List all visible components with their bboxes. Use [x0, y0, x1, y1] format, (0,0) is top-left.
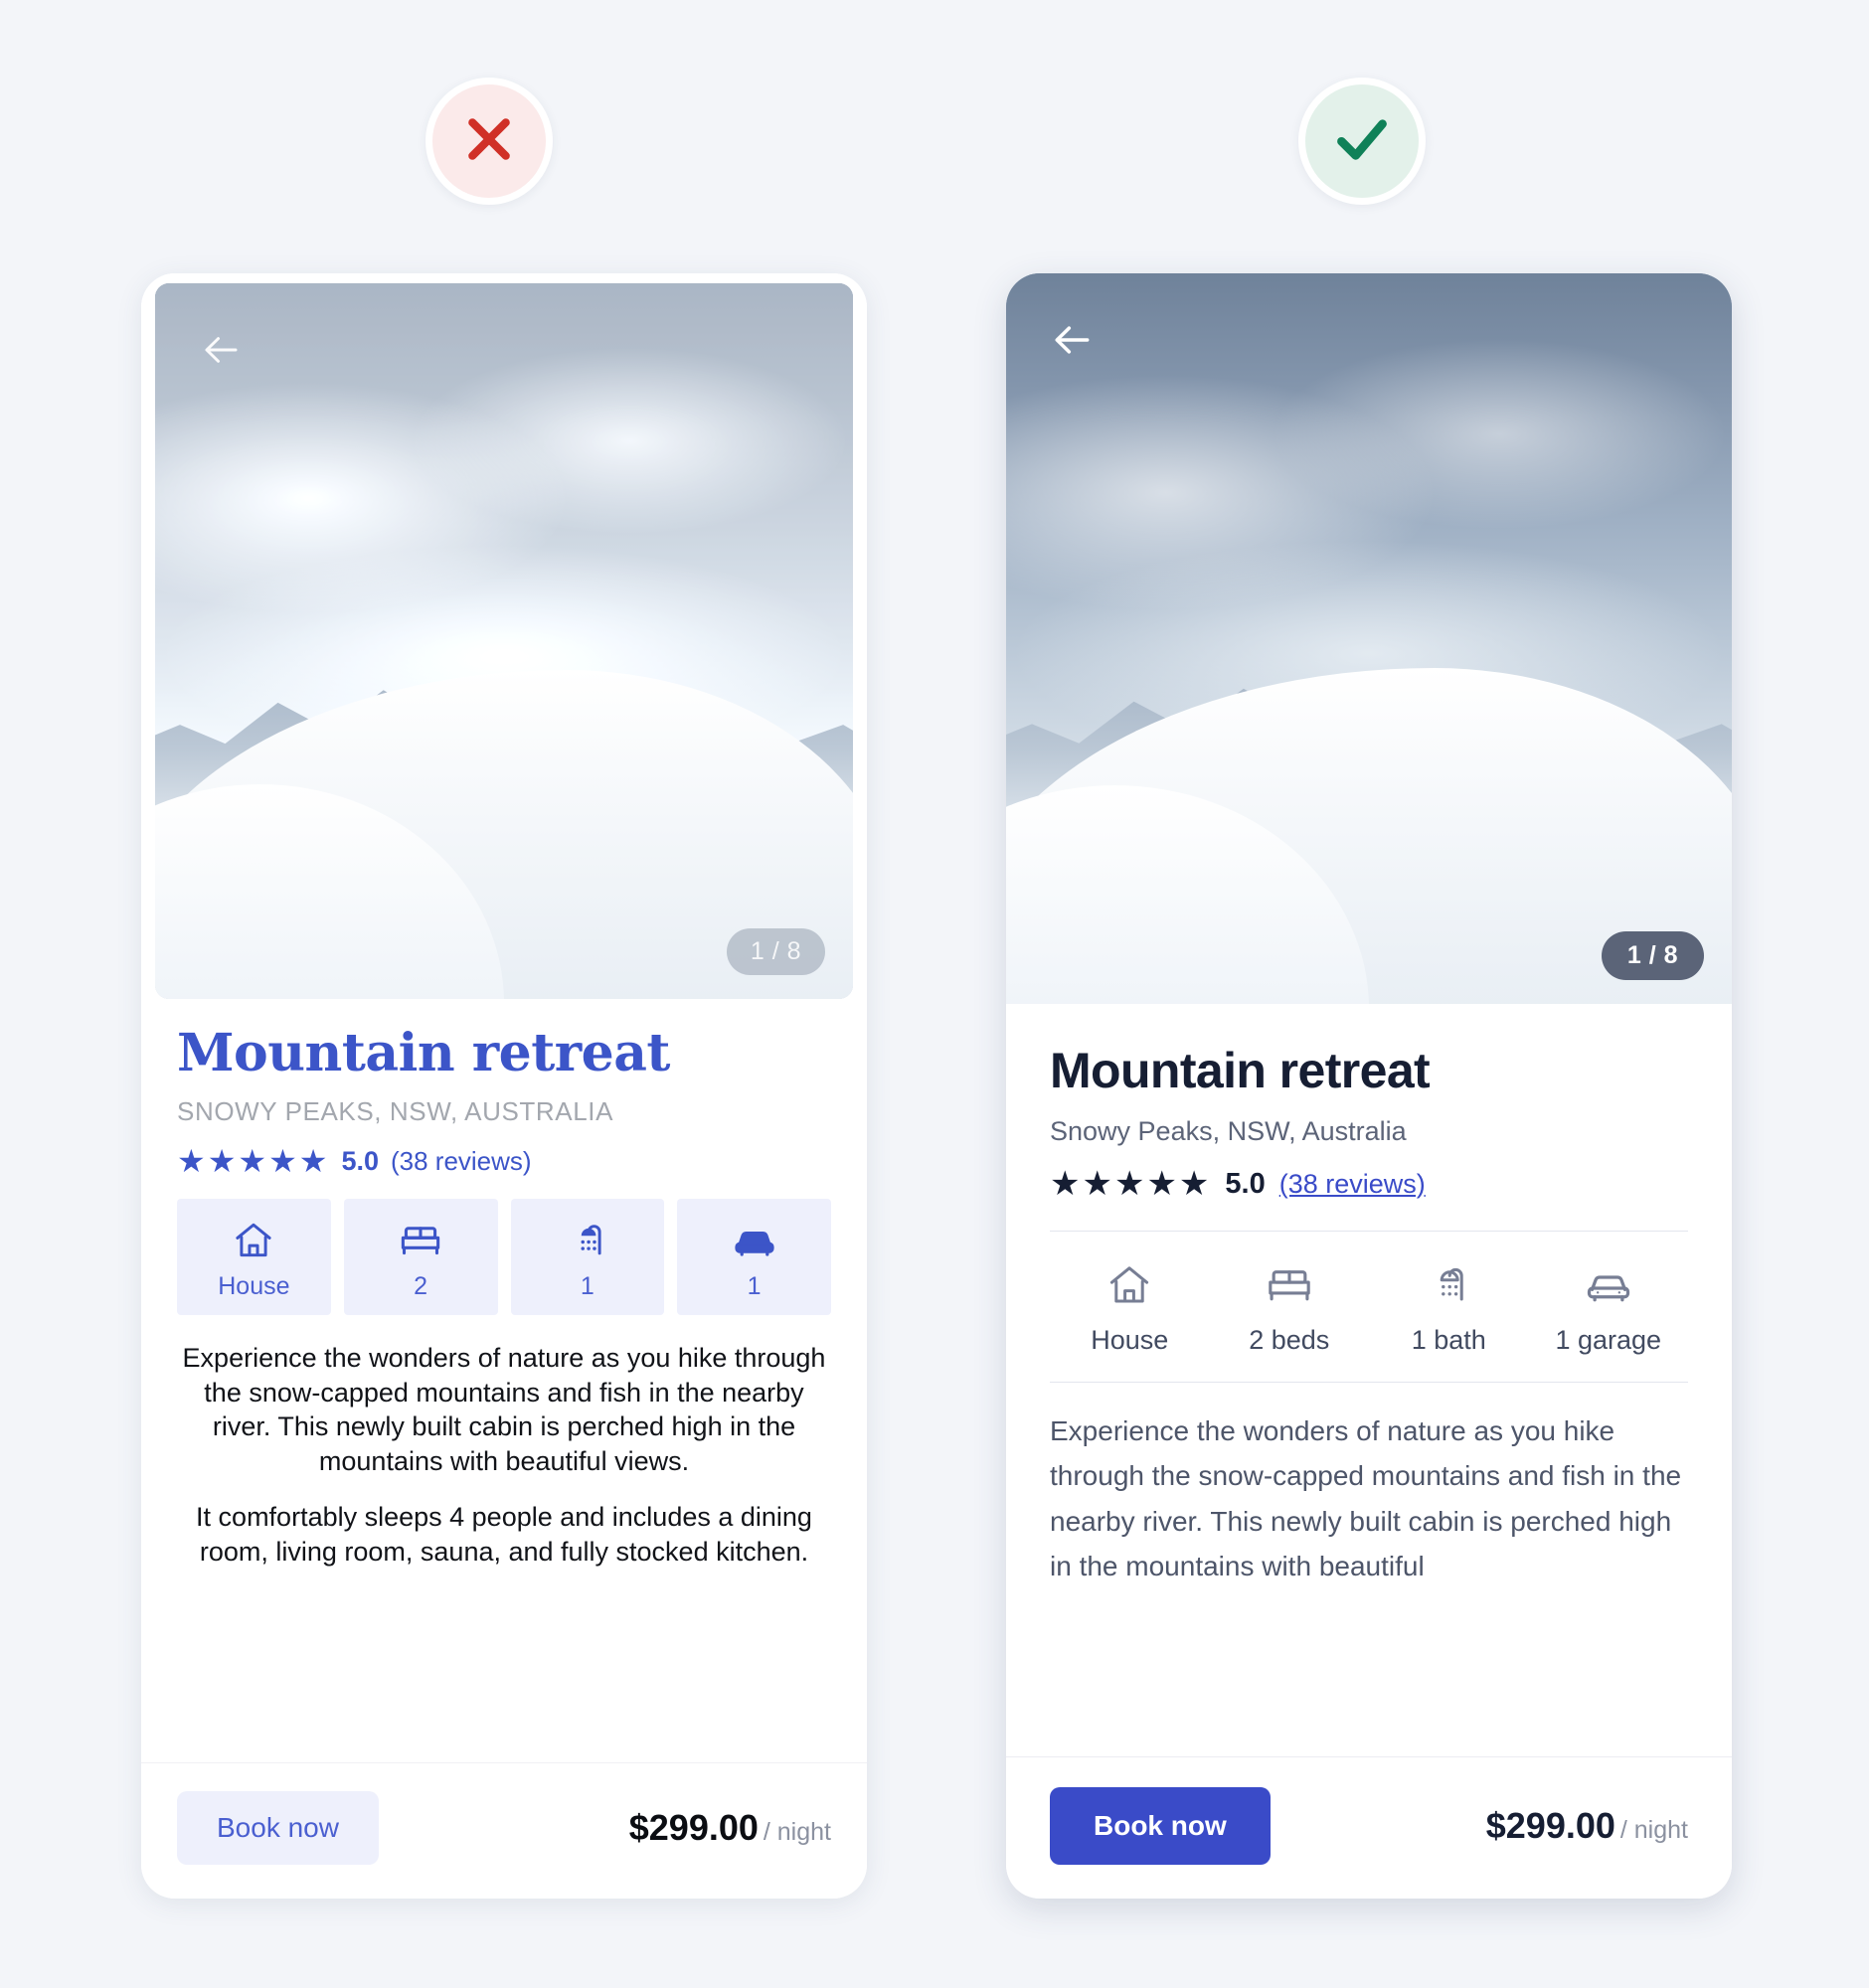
star-rating-icon: ★★★★★: [177, 1143, 330, 1180]
listing-body-bad: Mountain retreat Snowy Peaks, NSW, Austr…: [141, 999, 867, 1762]
rating-score: 5.0: [341, 1145, 379, 1176]
feature-item-garage: 1 garage: [1529, 1259, 1689, 1356]
booking-bar-bad: Book now $299.00/ night: [141, 1762, 867, 1899]
feature-chip-label: 1: [747, 1272, 762, 1301]
description-paragraph-2: It comfortably sleeps 4 people and inclu…: [196, 1502, 812, 1567]
feature-item-house: House: [1050, 1259, 1210, 1356]
feature-chip-label: 1: [580, 1272, 595, 1301]
feature-item-label: House: [1091, 1325, 1169, 1355]
check-icon: [1329, 106, 1395, 177]
back-button[interactable]: [199, 327, 245, 373]
feature-chip-label: 2: [414, 1272, 428, 1301]
feature-chip-bath[interactable]: 1: [510, 1199, 665, 1316]
comparison-stage: 1 / 8 Mountain retreat Snowy Peaks, NSW,…: [0, 0, 1869, 1988]
reviews-link[interactable]: (38 reviews): [391, 1146, 532, 1177]
rating-score: 5.0: [1225, 1167, 1266, 1200]
divider-bottom: [1050, 1382, 1688, 1383]
car-icon: [677, 1217, 831, 1264]
book-now-button[interactable]: Book now: [1050, 1787, 1271, 1865]
listing-location: Snowy Peaks, NSW, Australia: [177, 1096, 614, 1127]
house-icon: [177, 1217, 331, 1264]
feature-chip-house[interactable]: House: [177, 1199, 331, 1316]
house-icon: [1050, 1259, 1210, 1311]
price-amount: $299.00: [1485, 1805, 1615, 1846]
feature-chip-label: House: [218, 1272, 290, 1301]
description-paragraph-1: Experience the wonders of nature as you …: [182, 1343, 826, 1476]
bed-icon: [344, 1217, 498, 1264]
feature-chip-garage[interactable]: 1: [677, 1199, 831, 1316]
rating-row: ★★★★★ 5.0 (38 reviews): [1050, 1167, 1688, 1201]
star-rating-icon: ★★★★★: [1050, 1165, 1212, 1203]
feature-chips: House 2 1 1: [177, 1199, 831, 1316]
feature-list: House 2 beds 1 bath 1 garage: [1050, 1232, 1688, 1382]
car-icon: [1529, 1259, 1689, 1311]
feature-item-bath: 1 bath: [1369, 1259, 1529, 1356]
price-unit: / night: [763, 1818, 831, 1846]
rating-row: ★★★★★ 5.0 (38 reviews): [177, 1145, 831, 1177]
page-title: Mountain retreat: [1050, 1043, 1431, 1098]
feature-item-label: 1 garage: [1555, 1325, 1662, 1355]
image-counter-badge: 1 / 8: [1601, 931, 1704, 980]
back-button[interactable]: [1050, 317, 1096, 363]
price-block: $299.00/ night: [629, 1807, 831, 1849]
feature-item-beds: 2 beds: [1210, 1259, 1370, 1356]
verdict-badge-good: [1298, 78, 1426, 205]
bed-icon: [1210, 1259, 1370, 1311]
price-unit: / night: [1619, 1816, 1688, 1844]
hero-image-good: 1 / 8: [1006, 273, 1732, 1004]
hero-image-bad: 1 / 8: [155, 283, 853, 999]
booking-bar-good: Book now $299.00/ night: [1006, 1756, 1732, 1899]
feature-item-label: 1 bath: [1411, 1325, 1486, 1355]
cross-icon: [458, 108, 520, 175]
hero-wrap-bad: 1 / 8: [141, 273, 867, 999]
description-paragraph: Experience the wonders of nature as you …: [1050, 1415, 1682, 1582]
listing-card-good: 1 / 8 Mountain retreat Snowy Peaks, NSW,…: [1006, 273, 1732, 1899]
listing-body-good: Mountain retreat Snowy Peaks, NSW, Austr…: [1006, 1004, 1732, 1756]
shower-icon: [1369, 1259, 1529, 1311]
shower-icon: [511, 1217, 665, 1264]
feature-chip-beds[interactable]: 2: [343, 1199, 498, 1316]
listing-card-bad: 1 / 8 Mountain retreat Snowy Peaks, NSW,…: [141, 273, 867, 1899]
verdict-badge-bad: [425, 78, 553, 205]
feature-item-label: 2 beds: [1249, 1325, 1330, 1355]
reviews-link[interactable]: (38 reviews): [1279, 1169, 1426, 1200]
price-amount: $299.00: [628, 1807, 759, 1848]
book-now-button[interactable]: Book now: [177, 1791, 379, 1865]
page-title: Mountain retreat: [177, 1023, 670, 1083]
price-block: $299.00/ night: [1486, 1805, 1688, 1847]
image-counter-badge: 1 / 8: [726, 928, 825, 975]
listing-location: Snowy Peaks, NSW, Australia: [1050, 1116, 1407, 1146]
